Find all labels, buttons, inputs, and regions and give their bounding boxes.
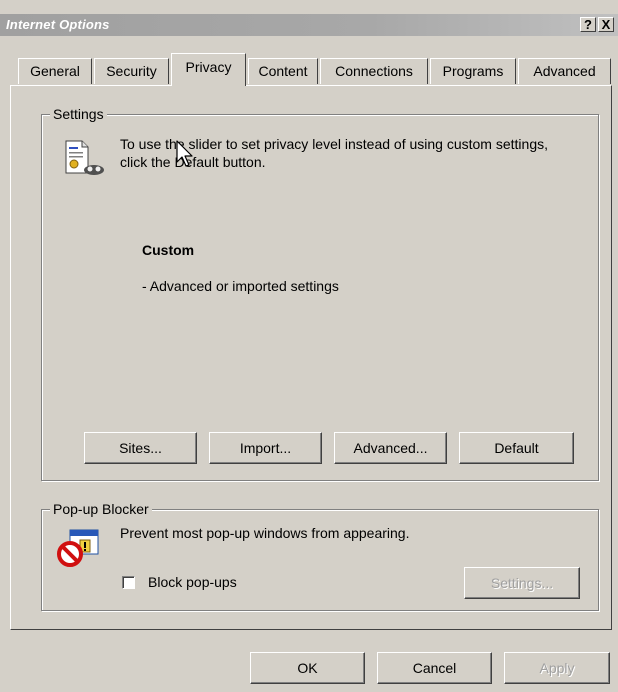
- tab-general[interactable]: General: [18, 58, 92, 84]
- tab-advanced[interactable]: Advanced: [518, 58, 611, 84]
- internet-options-window: Internet Options ? X General Security Pr…: [0, 0, 618, 692]
- tab-content[interactable]: Content: [248, 58, 318, 84]
- sites-button[interactable]: Sites...: [84, 432, 197, 464]
- window-title: Internet Options: [6, 17, 110, 32]
- apply-button[interactable]: Apply: [504, 652, 610, 684]
- block-popups-label[interactable]: Block pop-ups: [148, 573, 237, 591]
- popup-blocker-legend: Pop-up Blocker: [50, 501, 152, 517]
- popup-blocker-group: Pop-up Blocker Prevent most pop-up windo…: [41, 501, 599, 611]
- import-button[interactable]: Import...: [209, 432, 322, 464]
- privacy-tab-panel: Settings To use the slider to set privac…: [10, 85, 612, 630]
- default-button[interactable]: Default: [459, 432, 574, 464]
- tab-programs[interactable]: Programs: [430, 58, 516, 84]
- title-bar[interactable]: Internet Options ? X: [0, 14, 618, 36]
- advanced-button[interactable]: Advanced...: [334, 432, 447, 464]
- popup-blocker-description: Prevent most pop-up windows from appeari…: [120, 525, 410, 541]
- tab-connections[interactable]: Connections: [320, 58, 428, 84]
- privacy-certificate-icon: [65, 140, 104, 175]
- popup-settings-button[interactable]: Settings...: [464, 567, 580, 599]
- tab-strip: General Security Privacy Content Connect…: [0, 52, 618, 86]
- privacy-level-title: Custom: [142, 242, 195, 258]
- close-button[interactable]: X: [598, 17, 614, 32]
- tab-privacy[interactable]: Privacy: [171, 53, 246, 86]
- tab-security[interactable]: Security: [94, 58, 169, 84]
- cancel-button[interactable]: Cancel: [377, 652, 492, 684]
- popup-blocked-icon: [57, 529, 99, 567]
- settings-legend: Settings: [50, 106, 107, 122]
- settings-group: Settings To use the slider to set privac…: [41, 106, 599, 481]
- ok-button[interactable]: OK: [250, 652, 365, 684]
- block-popups-checkbox[interactable]: [122, 576, 135, 589]
- settings-description: To use the slider to set privacy level i…: [120, 136, 548, 170]
- help-button[interactable]: ?: [580, 17, 596, 32]
- privacy-level-description: - Advanced or imported settings: [142, 278, 339, 294]
